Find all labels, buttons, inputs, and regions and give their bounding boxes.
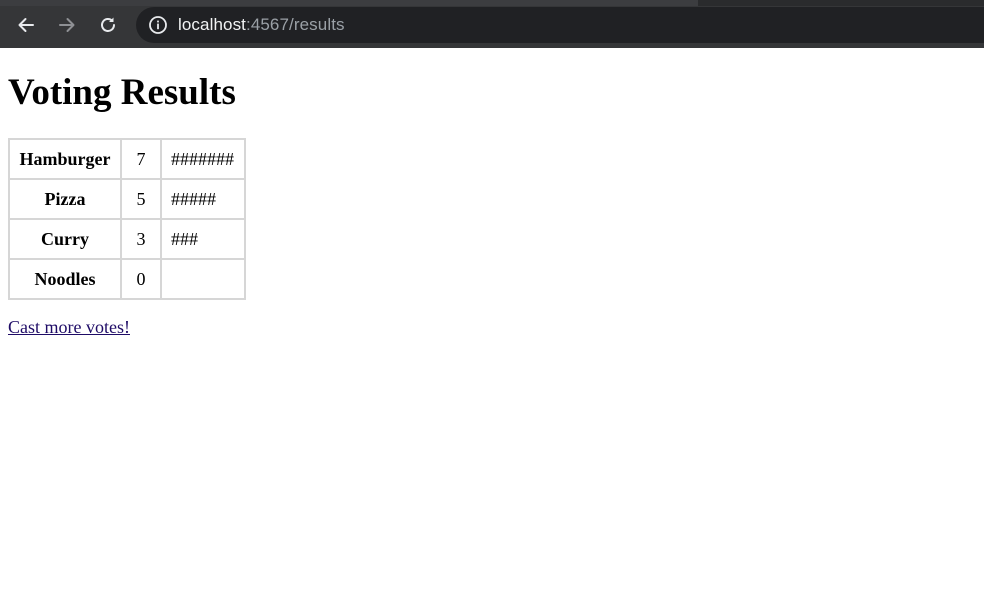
reload-icon	[101, 17, 115, 32]
vote-bar: ###	[161, 219, 245, 259]
food-name: Noodles	[9, 259, 121, 299]
table-row: Pizza 5 #####	[9, 179, 245, 219]
address-bar[interactable]: localhost:4567/results	[136, 7, 984, 43]
vote-count: 3	[121, 219, 161, 259]
table-row: Hamburger 7 #######	[9, 139, 245, 179]
vote-bar: #######	[161, 139, 245, 179]
food-name: Curry	[9, 219, 121, 259]
page-title: Voting Results	[8, 72, 236, 113]
vote-bar	[161, 259, 245, 299]
table-row: Noodles 0	[9, 259, 245, 299]
table-row: Curry 3 ###	[9, 219, 245, 259]
back-button[interactable]	[8, 8, 44, 42]
arrow-left-icon	[18, 18, 34, 32]
arrow-right-icon	[59, 18, 75, 32]
browser-toolbar: localhost:4567/results	[0, 0, 984, 48]
url-host: localhost	[178, 15, 246, 34]
vote-count: 0	[121, 259, 161, 299]
tab-strip	[0, 0, 984, 6]
reload-button[interactable]	[90, 8, 126, 42]
food-name: Pizza	[9, 179, 121, 219]
info-icon[interactable]	[148, 15, 168, 35]
forward-button[interactable]	[49, 8, 85, 42]
url-path: :4567/results	[246, 15, 345, 34]
food-name: Hamburger	[9, 139, 121, 179]
active-tab-strip[interactable]	[0, 0, 698, 6]
url-text[interactable]: localhost:4567/results	[178, 15, 345, 35]
vote-count: 7	[121, 139, 161, 179]
page-content: Voting Results Hamburger 7 ####### Pizza…	[0, 72, 984, 338]
results-table: Hamburger 7 ####### Pizza 5 ##### Curry …	[8, 138, 246, 300]
vote-bar: #####	[161, 179, 245, 219]
cast-more-votes-link[interactable]: Cast more votes!	[8, 317, 130, 338]
vote-count: 5	[121, 179, 161, 219]
